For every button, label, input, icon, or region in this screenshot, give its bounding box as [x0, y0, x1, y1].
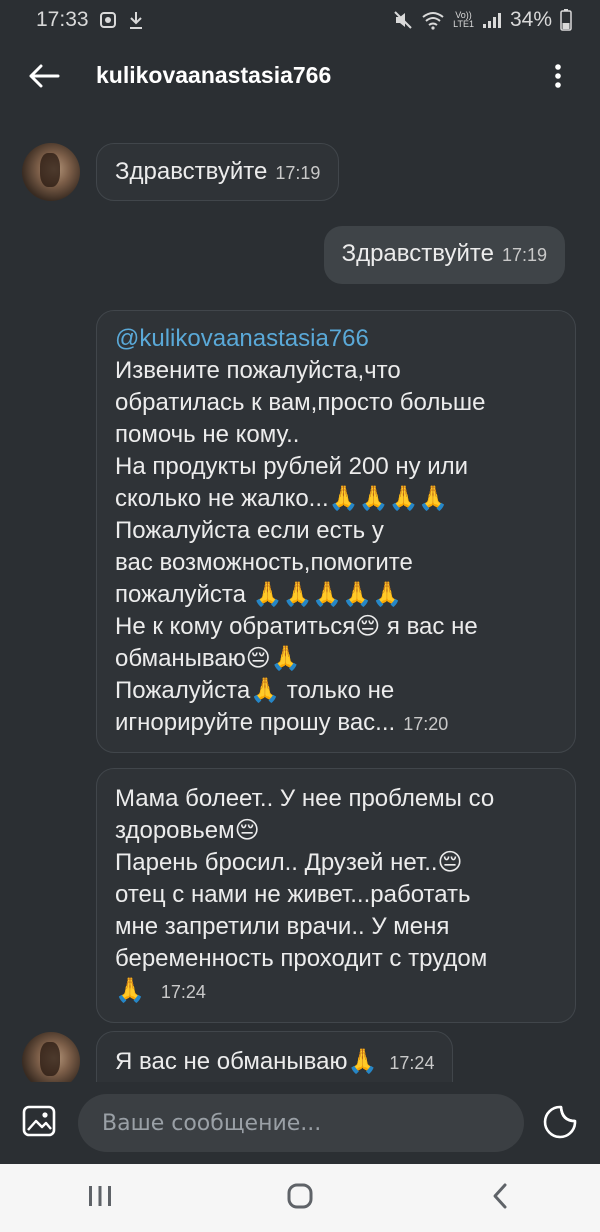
- wifi-icon: [421, 10, 445, 30]
- message-bubble-outgoing[interactable]: Здравствуйте 17:19: [323, 226, 565, 284]
- status-time: 17:33: [36, 8, 89, 31]
- message-line: Извените пожалуйста,что: [115, 357, 401, 384]
- message-time: 17:20: [403, 714, 449, 734]
- back-nav-button[interactable]: [460, 1168, 540, 1228]
- recent-apps-icon: [87, 1184, 113, 1213]
- message-text: Здравствуйте: [115, 158, 268, 185]
- message-text: Здравствуйте: [341, 240, 494, 267]
- notification-icon: [99, 11, 117, 29]
- sticker-button[interactable]: [540, 1104, 580, 1144]
- avatar[interactable]: [22, 1032, 80, 1082]
- message-line: Пожалуйста🙏 только не: [115, 677, 395, 704]
- image-icon: [22, 1104, 56, 1143]
- message-bubble[interactable]: Мама болеет.. У нее проблемы со здоровье…: [96, 768, 576, 1023]
- message-line: Пожалуйста если есть у: [115, 517, 384, 544]
- gallery-button[interactable]: [20, 1104, 58, 1142]
- message-line: помочь не кому..: [115, 421, 300, 448]
- status-bar: 17:33 Vo)) LTE1 34%: [0, 0, 600, 40]
- message-line: обратилась к вам,просто больше: [115, 389, 486, 416]
- download-icon: [127, 10, 145, 30]
- message-line: вас возможность,помогите: [115, 549, 413, 576]
- more-vertical-icon: [554, 63, 562, 94]
- message-bubble[interactable]: @kulikovaanastasia766 Извените пожалуйст…: [96, 310, 576, 753]
- message-line: На продукты рублей 200 ну или: [115, 453, 469, 480]
- message-line: пожалуйста 🙏🙏🙏🙏🙏: [115, 581, 403, 608]
- chevron-left-icon: [491, 1182, 509, 1215]
- back-button[interactable]: [24, 58, 64, 98]
- message-line: беременность проходит с трудом: [115, 945, 488, 972]
- message-time: 17:24: [160, 982, 206, 1002]
- message-line: сколько не жалко...🙏🙏🙏🙏: [115, 485, 449, 512]
- avatar[interactable]: [22, 143, 80, 201]
- message-list[interactable]: Здравствуйте 17:19 Здравствуйте 17:19 @kul…: [0, 116, 600, 1082]
- message-mention[interactable]: @kulikovaanastasia766: [115, 323, 557, 355]
- home-button[interactable]: [260, 1168, 340, 1228]
- message-line: Парень бросил.. Друзей нет..😔: [115, 849, 463, 876]
- system-navigation-bar: [0, 1164, 600, 1232]
- home-icon: [286, 1182, 314, 1215]
- battery-icon: [560, 9, 572, 31]
- message-time: 17:19: [501, 245, 547, 265]
- lte-icon: Vo)) LTE1: [453, 10, 474, 29]
- message-text: Я вас не обманываю🙏: [115, 1048, 378, 1075]
- recent-apps-button[interactable]: [60, 1168, 140, 1228]
- message-composer: [0, 1082, 600, 1164]
- message-line: обманываю😔🙏: [115, 645, 301, 672]
- message-input[interactable]: [78, 1094, 524, 1152]
- message-bubble[interactable]: Я вас не обманываю🙏 17:24: [96, 1031, 454, 1082]
- signal-icon: [482, 11, 502, 29]
- chat-title[interactable]: kulikovaanastasia766: [96, 62, 331, 89]
- message-line: Не к кому обратиться😔 я вас не: [115, 613, 478, 640]
- chat-header: kulikovaanastasia766: [0, 40, 600, 116]
- message-line: мне запретили врачи.. У меня: [115, 913, 450, 940]
- message-time: 17:19: [275, 163, 321, 183]
- message-line: Мама болеет.. У нее проблемы со: [115, 785, 495, 812]
- more-options-button[interactable]: [538, 58, 578, 98]
- battery-percent: 34%: [509, 8, 552, 31]
- message-line: здоровьем😔: [115, 817, 260, 844]
- message-bubble[interactable]: Здравствуйте 17:19: [96, 143, 340, 201]
- sticker-icon: [542, 1104, 578, 1145]
- arrow-left-icon: [28, 64, 60, 93]
- mute-icon: [393, 10, 413, 30]
- message-time: 17:24: [389, 1053, 435, 1073]
- message-line: отец с нами не живет...работать: [115, 881, 471, 908]
- message-line: игнорируйте прошу вас...: [115, 709, 396, 736]
- message-line: 🙏: [115, 977, 145, 1004]
